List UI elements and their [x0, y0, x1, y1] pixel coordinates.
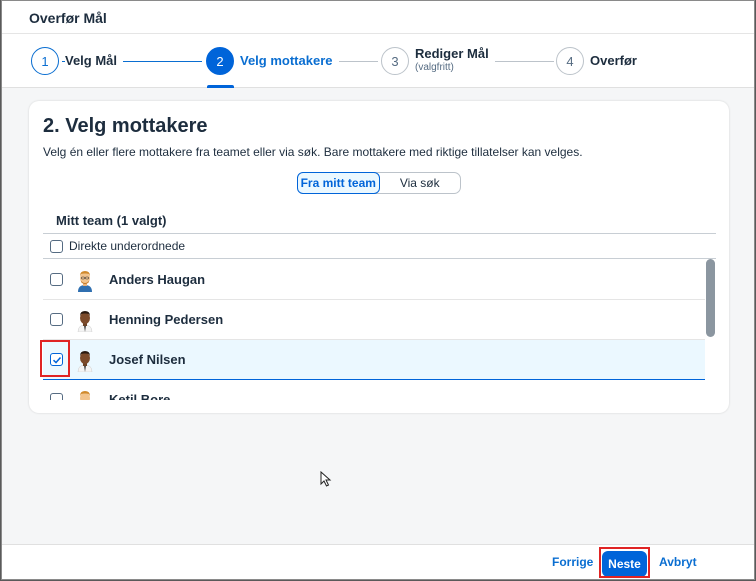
step-label: Velg Mål — [65, 54, 124, 68]
source-segmented-button: Fra mitt team Via søk — [297, 172, 461, 194]
highlight-box — [599, 547, 650, 578]
step-label: Rediger Mål (valgfritt) — [415, 47, 495, 75]
transfer-goals-dialog: Overfør Mål 1 Velg Mål 2 Velg mottakere … — [1, 0, 755, 580]
team-member-list[interactable]: Anders Haugan Henning Pedersen Josef Nil… — [43, 260, 705, 400]
list-item[interactable]: Henning Pedersen — [43, 300, 705, 340]
person-name: Henning Pedersen — [109, 312, 224, 327]
row-checkbox[interactable] — [50, 273, 63, 286]
direct-reports-label: Direkte underordnede — [69, 239, 186, 253]
avatar — [77, 350, 93, 372]
step-number: 4 — [556, 47, 584, 75]
step-sublabel: (valgfritt) — [415, 62, 454, 73]
wizard-step-1[interactable]: 1 Velg Mål — [31, 47, 124, 75]
person-name: Anders Haugan — [109, 272, 206, 287]
select-all-direct-reports-checkbox[interactable] — [50, 239, 63, 253]
section-description: Velg én eller flere mottakere fra teamet… — [43, 145, 583, 159]
avatar — [77, 310, 93, 332]
list-item[interactable]: Ketil Bore — [43, 380, 705, 400]
step-number: 3 — [381, 47, 409, 75]
list-item[interactable]: Anders Haugan — [43, 260, 705, 300]
list-item-selected[interactable]: Josef Nilsen — [43, 340, 705, 380]
segment-via-search[interactable]: Via søk — [380, 173, 461, 193]
avatar — [78, 270, 92, 292]
wizard-progress: 1 Velg Mål 2 Velg mottakere 3 Rediger Må… — [2, 34, 754, 88]
dialog-header: Overfør Mål — [2, 1, 754, 34]
step-connector — [485, 61, 554, 62]
mouse-pointer-icon — [320, 471, 332, 487]
row-checkbox[interactable] — [50, 393, 63, 400]
step-label: Overfør — [590, 53, 637, 68]
person-name: Josef Nilsen — [109, 352, 186, 367]
highlight-box — [40, 340, 70, 377]
section-title: 2. Velg mottakere — [43, 115, 208, 137]
dialog-title: Overfør Mål — [29, 10, 107, 26]
person-name: Ketil Bore — [109, 392, 171, 400]
wizard-step-2[interactable]: 2 Velg mottakere — [206, 47, 339, 75]
step-label: Velg mottakere — [240, 54, 339, 68]
active-step-indicator — [207, 85, 234, 88]
step-number: 2 — [206, 47, 234, 75]
step-number: 1 — [31, 47, 59, 75]
cancel-button[interactable]: Avbryt — [659, 555, 697, 569]
wizard-step-4[interactable]: 4 Overfør — [556, 47, 637, 75]
segment-from-my-team[interactable]: Fra mitt team — [297, 172, 380, 194]
wizard-step-3[interactable]: 3 Rediger Mål (valgfritt) — [381, 47, 495, 75]
direct-reports-header: Direkte underordnede — [43, 233, 716, 259]
select-recipients-panel: 2. Velg mottakere Velg én eller flere mo… — [29, 101, 729, 413]
avatar — [80, 390, 90, 400]
list-scrollbar[interactable] — [706, 259, 715, 337]
step-label-text: Rediger Mål — [415, 46, 489, 61]
team-list-title: Mitt team (1 valgt) — [56, 213, 167, 228]
previous-button[interactable]: Forrige — [552, 555, 593, 569]
row-checkbox[interactable] — [50, 313, 63, 326]
